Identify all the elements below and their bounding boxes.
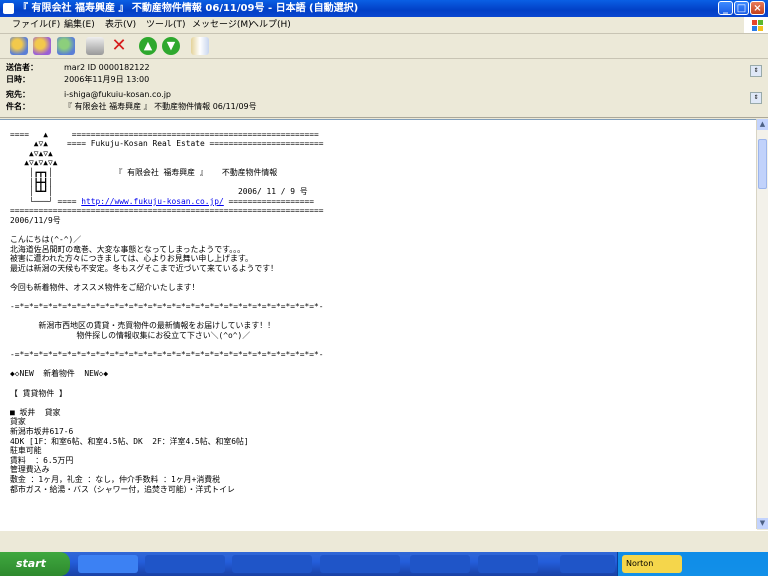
- body-line: -=*=*=*=*=*=*=*=*=*=*=*=*=*=*=*=*=*=*=*=…: [10, 350, 324, 360]
- address-book-icon[interactable]: [191, 37, 209, 55]
- body-line: 最近は新潟の天候も不安定。冬もスグそこまで近づいて来ているようです！: [10, 263, 279, 273]
- windows-logo-icon: [744, 17, 768, 33]
- menu-message[interactable]: メッセージ(M): [192, 17, 252, 33]
- body-line: [10, 341, 757, 351]
- body-line: 被害に遭われた方々につきましては、心よりお見舞い申し上げます。: [10, 254, 253, 264]
- subject-label: 件名：: [6, 102, 30, 111]
- body-line: [10, 293, 757, 303]
- toolbar: ✕ ▲ ▼: [0, 34, 768, 59]
- body-line: 北海道佐呂間町の竜巻、大変な事態となってしまったようです。。。: [10, 244, 245, 254]
- close-button[interactable]: ×: [750, 1, 765, 15]
- scroll-up-icon[interactable]: ▲: [757, 119, 768, 130]
- body-line: 4DK [1F：和室6帖、和室4.5帖、DK 2F：洋室4.5帖、和室6帖]: [10, 436, 249, 446]
- message-icon: [3, 3, 14, 14]
- body-line: 貸家: [10, 417, 26, 427]
- taskbar-quick-launch[interactable]: [78, 555, 138, 573]
- taskbar-app-2[interactable]: [232, 555, 312, 573]
- body-line: ▲▽▲▽▲: [10, 148, 53, 158]
- subject-value: 『 有限会社 福寿興産 』 不動産物件情報 06/11/09号: [64, 102, 257, 111]
- taskbar-app-3[interactable]: [320, 555, 400, 573]
- taskbar-app-1[interactable]: [145, 555, 225, 573]
- body-line: └───┘ ==== http://www.fukuju-kosan.co.jp…: [10, 197, 757, 207]
- from-value: mar2 ID 0000182122: [64, 63, 150, 72]
- body-line: 2006/11/9号: [10, 215, 61, 225]
- from-row: 送信者： mar2 ID 0000182122: [6, 62, 150, 74]
- menu-edit[interactable]: 編集(E): [64, 17, 95, 33]
- body-line: 新潟市西地区の賃貸・売買物件の最新情報をお届けしています！！: [10, 321, 276, 331]
- status-bar: [0, 530, 768, 552]
- forward-icon[interactable]: [57, 37, 75, 55]
- next-icon[interactable]: ▼: [162, 37, 180, 55]
- from-label: 送信者：: [6, 63, 38, 72]
- menu-help[interactable]: ヘルプ(H): [250, 17, 291, 33]
- body-line: │┣╋┫│: [10, 177, 53, 187]
- system-tray: Norton: [617, 552, 768, 576]
- scroll-down-icon[interactable]: ▼: [757, 518, 768, 529]
- link-line-suffix: ==================: [223, 196, 315, 206]
- menu-view[interactable]: 表示(V): [105, 17, 136, 33]
- scroll-thumb[interactable]: [758, 139, 767, 189]
- start-button[interactable]: start: [0, 552, 70, 576]
- window-title: 『 有限会社 福寿興産 』 不動産物件情報 06/11/09号 - 日本語 (自…: [18, 3, 359, 14]
- reply-all-icon[interactable]: [33, 37, 51, 55]
- body-line: [10, 120, 757, 130]
- body-line: ■ 坂井 貸家: [10, 407, 61, 417]
- body-line: [10, 360, 757, 370]
- body-line: [10, 274, 757, 284]
- taskbar: start Norton: [0, 552, 768, 576]
- taskbar-app-6[interactable]: [560, 555, 615, 573]
- link-line-prefix: └───┘ ====: [10, 196, 82, 206]
- to-value: i-shiga@fukuiu-kosan.co.jp: [64, 90, 171, 99]
- body-line: 【 賃貸物件 】: [10, 388, 67, 398]
- title-bar[interactable]: 『 有限会社 福寿興産 』 不動産物件情報 06/11/09号 - 日本語 (自…: [0, 0, 768, 17]
- reply-icon[interactable]: [10, 37, 28, 55]
- body-line: 物件探しの情報収集にお役立て下さい＼(^o^)／: [10, 331, 251, 341]
- outlook-express-window: 『 有限会社 福寿興産 』 不動産物件情報 06/11/09号 - 日本語 (自…: [0, 0, 768, 552]
- header-scroll-icon[interactable]: ⇕: [750, 65, 762, 77]
- menu-tools[interactable]: ツール(T): [146, 17, 186, 33]
- body-line: │┏┳┓│ 『 有限会社 福寿興産 』 不動産物件情報: [10, 167, 278, 177]
- date-label: 日時：: [6, 75, 30, 84]
- website-link[interactable]: http://www.fukuju-kosan.co.jp/: [81, 197, 224, 206]
- message-text: ==== ▲ =================================…: [0, 120, 757, 494]
- body-line: 駐車可能: [10, 446, 42, 456]
- body-line: ▲▽▲ ==== Fukuju-Kosan Real Estate ======…: [10, 139, 324, 149]
- date-row: 日時： 2006年11月9日 13:00: [6, 74, 149, 86]
- to-label: 宛先：: [6, 90, 30, 99]
- to-row: 宛先： i-shiga@fukuiu-kosan.co.jp: [6, 89, 171, 101]
- body-line: 敷金 ：1ヶ月，礼金 ：なし，仲介手数料 ：1ヶ月+消費税: [10, 474, 220, 484]
- maximize-button[interactable]: □: [734, 1, 749, 15]
- body-line: [10, 379, 757, 389]
- vertical-scrollbar[interactable]: ▲ ▼: [756, 119, 768, 529]
- subject-row: 件名： 『 有限会社 福寿興産 』 不動産物件情報 06/11/09号: [6, 101, 257, 113]
- date-value: 2006年11月9日 13:00: [64, 75, 150, 84]
- menu-bar: ファイル(F) 編集(E) 表示(V) ツール(T) メッセージ(M) ヘルプ(…: [0, 17, 768, 34]
- print-icon[interactable]: [86, 37, 104, 55]
- body-line: -=*=*=*=*=*=*=*=*=*=*=*=*=*=*=*=*=*=*=*=…: [10, 302, 324, 312]
- menu-file[interactable]: ファイル(F): [12, 17, 60, 33]
- norton-tray-item[interactable]: Norton: [622, 555, 682, 573]
- body-line: ========================================…: [10, 206, 324, 216]
- minimize-button[interactable]: _: [718, 1, 733, 15]
- body-line: [10, 226, 757, 236]
- body-line: │┗┻┛│ 2006/ 11 / 9 号: [10, 187, 308, 197]
- body-line: [10, 398, 757, 408]
- body-line: ▲▽▲▽▲▽▲: [10, 158, 58, 168]
- taskbar-app-4[interactable]: [410, 555, 470, 573]
- message-body[interactable]: ==== ▲ =================================…: [0, 119, 757, 530]
- taskbar-app-5[interactable]: [478, 555, 538, 573]
- body-line: ◆◇NEW 新着物件 NEW◇◆: [10, 369, 109, 379]
- body-line: こんにちは(^-^)／: [10, 235, 82, 245]
- body-line: ==== ▲ =================================…: [10, 129, 319, 139]
- body-line: 新潟市坂井617-6: [10, 427, 74, 436]
- body-line: 都市ガス・給湯・バス（シャワー付，追焚き可能）・洋式トイレ: [10, 484, 235, 494]
- body-line: 賃料 ：6.5万円: [10, 455, 74, 465]
- body-line: 管理費込み: [10, 465, 50, 475]
- body-line: 今回も新着物件、オススメ物件をご紹介いたします！: [10, 283, 200, 293]
- previous-icon[interactable]: ▲: [139, 37, 157, 55]
- delete-icon[interactable]: ✕: [110, 37, 128, 55]
- header-scroll-icon-2[interactable]: ⇕: [750, 92, 762, 104]
- message-header: 送信者： mar2 ID 0000182122 日時： 2006年11月9日 13:…: [0, 59, 768, 118]
